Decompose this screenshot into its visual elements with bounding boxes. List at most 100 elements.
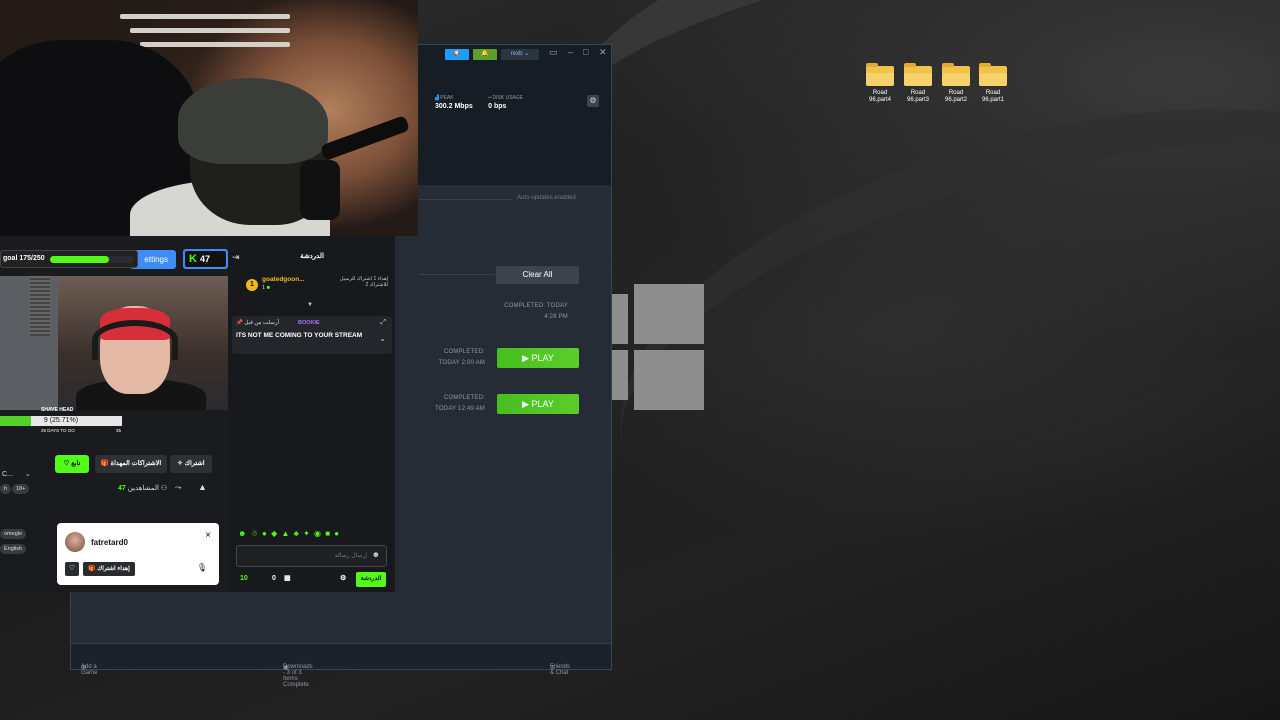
viewer-count: المشاهدين 47 ⚇ (118, 484, 167, 492)
clear-all-button[interactable]: Clear All (496, 266, 579, 284)
gift-subs-button[interactable]: 🎁 الاشتراكات المهداة (95, 455, 167, 473)
mic-icon[interactable]: 🎙 (197, 563, 207, 572)
play-button[interactable]: ▶ PLAY (497, 394, 579, 414)
subscribe-button[interactable]: ✧ اشتراك (170, 455, 212, 473)
user-popup-card: fatretard0 × ♡ 🎁 إهداء اشتراك 🎙 (57, 523, 219, 585)
chat-input-box[interactable]: ☻ (236, 545, 387, 567)
warning-icon[interactable]: ▲ (198, 482, 207, 492)
notifications-button[interactable]: 🔔 (473, 49, 497, 60)
pinned-count: 1 ■ (262, 285, 270, 291)
gift-sub-button[interactable]: 🎁 إهداء اشتراك (83, 562, 135, 576)
tag-english[interactable]: English (0, 544, 27, 554)
emoji-icon[interactable]: ☻ (372, 550, 380, 559)
play-icon: ▶ (522, 399, 530, 409)
avatar (65, 532, 85, 552)
chat-message-input[interactable] (241, 549, 369, 563)
account-menu[interactable]: rexb ⌄ (501, 49, 539, 60)
add-game-label: Add a Game (81, 664, 98, 676)
desktop-folder-road96-part3[interactable]: Road 96.part3 (900, 63, 936, 104)
status-line: TODAY 2:00 AM (438, 360, 485, 366)
chat-footer: 10 0 ▦ ⚙ الدردشة (228, 572, 396, 590)
video-shelf (30, 276, 50, 336)
zero-count[interactable]: 0 (272, 575, 276, 582)
stream-video[interactable] (0, 276, 228, 410)
shave-goal-label: SHAVE HEAD (41, 407, 74, 413)
chat-send-button[interactable]: الدردشة (356, 572, 386, 587)
chevron-down-icon[interactable]: ⌄ (25, 471, 31, 478)
shave-progress-text: 9 (25.71%) (43, 417, 79, 424)
folder-label: Road (985, 90, 1001, 96)
kick-logo-icon: K (189, 253, 197, 265)
emote-bar[interactable]: ☻ ☃ ● ◆ ▲ ♣ ✦ ◉ ■ ● (238, 529, 340, 538)
minimize-icon[interactable]: – (568, 47, 573, 57)
follow-button[interactable]: ♡ تابع (55, 455, 89, 473)
desktop-folder-road96-part2[interactable]: Road 96.part2 (938, 63, 974, 104)
microphone (300, 160, 340, 220)
goal-progress (50, 256, 134, 263)
follow-heart-button[interactable]: ♡ (65, 562, 79, 576)
folder-icon (904, 63, 932, 86)
folder-icon (866, 63, 894, 86)
folder-icon (979, 63, 1007, 86)
gift-badge-icon: 1 (246, 279, 258, 291)
streamer-cap (178, 78, 328, 164)
pinned-gift[interactable]: 1 goatedgoon... 1 ■ إهداء 1 اشتراك للرسي… (238, 274, 388, 298)
message-username[interactable]: BOOKIE (298, 320, 320, 326)
disk-label: DISK USAGE (492, 95, 524, 101)
steam-footer: ⊞ Add a Game ▣ Downloads - 3 of 3 Items … (71, 643, 611, 688)
maximize-icon[interactable]: □ (583, 47, 588, 57)
channel-name-truncated: C... ⌄ (2, 471, 31, 478)
folder-label: Road (948, 90, 964, 96)
goal-progress-fill (50, 256, 109, 263)
message-meta: أرسلت من قبل (244, 320, 280, 326)
status-line: TODAY 12:49 AM (435, 406, 485, 412)
chat-settings-gear-icon[interactable]: ⚙ (340, 574, 346, 582)
desktop-folder-road96-part4[interactable]: Road 96.part4 (862, 63, 898, 104)
downloads-status-label: Downloads - 3 of 3 Items Complete (283, 664, 313, 688)
days-total: 35 (116, 428, 122, 433)
close-icon[interactable]: × (205, 530, 211, 541)
friends-icon: ⊞ (550, 665, 556, 671)
folder-label: 96.part3 (906, 97, 930, 103)
expand-arrow-icon[interactable]: ▼ (307, 302, 313, 308)
message-text: ITS NOT ME COMING TO YOUR STREAM (236, 332, 363, 339)
goal-text: goal 175/250 (3, 255, 45, 262)
goal-bar: goal 175/250 (0, 250, 138, 268)
download-status: COMPLETED: TODAY 12:49 AM (401, 393, 485, 415)
viewers-number: 47 (118, 485, 126, 492)
tag[interactable]: h (0, 484, 12, 494)
big-picture-icon[interactable]: ▭ (549, 47, 558, 58)
shave-progress-bar: 9 (25.71%) (0, 416, 122, 426)
folder-icon (942, 63, 970, 86)
play-button[interactable]: ▶ PLAY (497, 348, 579, 368)
chevron-down-icon[interactable]: ⌄ (379, 334, 386, 343)
disk-stat: ━ DISK USAGE 0 bps (488, 95, 523, 110)
folder-label: Road (872, 90, 888, 96)
user-name: rexb ⌄ (510, 51, 530, 57)
desktop-folder-road96-part1[interactable]: Road 96.part1 (975, 63, 1011, 104)
graph-icon: ▟ (435, 95, 439, 101)
pinned-info: إهداء 1 اشتراك للرسيل للاشتراك 2 (339, 276, 388, 288)
peak-label: PEAK (440, 95, 454, 101)
gift-icon: ■ (266, 285, 270, 291)
points-count[interactable]: 10 (240, 575, 248, 582)
announcements-button[interactable]: 📢 (445, 49, 469, 60)
folder-label: 96.part2 (944, 97, 968, 103)
chat-title: الدردشة (300, 253, 324, 260)
status-line: 4:28 PM (544, 314, 568, 320)
line-icon: ━ (488, 95, 492, 101)
popup-username: fatretard0 (91, 538, 128, 547)
kick-viewer-badge[interactable]: K 47 (183, 249, 228, 269)
kick-count: 47 (199, 254, 210, 264)
tag-omegle[interactable]: omegle (0, 529, 27, 539)
store-icon[interactable]: ▦ (284, 574, 291, 582)
share-icon[interactable]: ⤳ (175, 483, 181, 493)
tag-18plus[interactable]: 18+ (12, 484, 30, 494)
peak-stat: ▟ PEAK 300.2 Mbps (435, 95, 473, 110)
video-headphones (92, 320, 178, 360)
play-label: PLAY (531, 399, 554, 409)
play-label: PLAY (531, 353, 554, 363)
unpin-icon[interactable]: ⤢ (380, 319, 386, 327)
close-icon[interactable]: ✕ (599, 47, 607, 58)
download-settings-gear-icon[interactable]: ⚙ (587, 95, 599, 107)
